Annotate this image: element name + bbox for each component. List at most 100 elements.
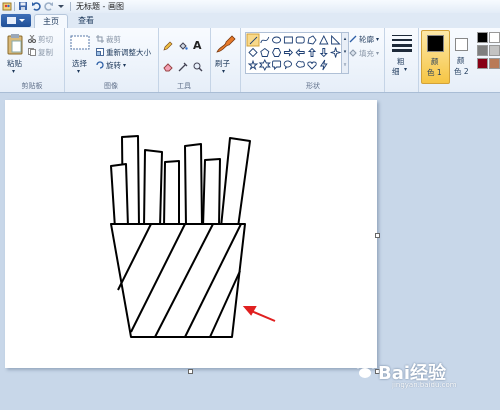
undo-icon[interactable] <box>31 1 41 11</box>
color1-swatch <box>427 35 444 52</box>
resize-button[interactable]: 重新调整大小 <box>96 47 151 58</box>
magnifier-icon[interactable] <box>193 62 203 72</box>
watermark-subtext: jingyan.baidu.com <box>392 381 457 389</box>
fill-icon <box>349 48 357 59</box>
save-icon[interactable] <box>18 1 28 11</box>
shape-diamond-icon[interactable] <box>248 47 258 58</box>
shape-rounded-rectangle-icon[interactable] <box>295 36 305 44</box>
rotate-label: 旋转 <box>106 61 121 70</box>
shape-arrow-down-icon[interactable] <box>319 48 328 58</box>
fill-label: 填充 <box>359 49 374 58</box>
shape-pentagon-icon[interactable] <box>260 47 270 57</box>
resize-label: 重新调整大小 <box>106 48 151 57</box>
outline-button[interactable]: 轮廓 ▾ <box>349 34 379 45</box>
brush-icon[interactable] <box>214 34 236 57</box>
shape-rectangle-icon[interactable] <box>283 36 293 44</box>
image-group-label: 图像 <box>104 82 118 90</box>
color-picker-icon[interactable] <box>178 62 188 72</box>
tools-group: A 工具 <box>158 28 211 92</box>
copy-button[interactable]: 复制 <box>28 47 53 58</box>
ribbon: 粘贴 ▾ 剪切 复制 剪贴板 选择 ▾ 裁剪 重新调整大小 旋转 ▾ 图像 A … <box>0 28 500 93</box>
shape-heart-icon[interactable] <box>307 61 317 70</box>
brushes-dropdown-icon[interactable]: ▾ <box>222 68 225 75</box>
shape-arrow-up-icon[interactable] <box>307 47 317 57</box>
shape-triangle-icon[interactable] <box>319 34 329 45</box>
shape-four-point-star-icon[interactable] <box>330 47 341 58</box>
scissors-icon <box>28 34 36 45</box>
fill-dropdown-icon[interactable]: ▾ <box>376 50 379 57</box>
size-dropdown-icon[interactable]: ▾ <box>404 66 407 73</box>
rotate-button[interactable]: 旋转 ▾ <box>96 60 126 71</box>
palette-swatch[interactable] <box>477 58 488 69</box>
cut-button[interactable]: 剪切 <box>28 34 53 45</box>
copy-label: 复制 <box>38 48 53 57</box>
shape-curve-icon[interactable] <box>260 36 270 44</box>
resize-handle-bottom[interactable] <box>188 369 193 374</box>
crop-label: 裁剪 <box>106 35 121 44</box>
palette-swatch[interactable] <box>489 32 500 43</box>
color1-button[interactable]: 颜 色 1 <box>421 30 450 84</box>
fill-button[interactable]: 填充 ▾ <box>349 48 379 59</box>
palette-swatch[interactable] <box>489 58 500 69</box>
palette-swatch[interactable] <box>477 32 488 43</box>
file-menu-button[interactable] <box>1 14 31 27</box>
shape-oval-callout-icon[interactable] <box>283 60 292 70</box>
french-fries-drawing <box>110 135 276 338</box>
tab-view[interactable]: 查看 <box>70 14 102 28</box>
shape-lightning-icon[interactable] <box>319 59 328 71</box>
tools-group-label: 工具 <box>177 82 191 90</box>
color1-label-bottom: 色 1 <box>427 68 442 77</box>
shape-polygon-icon[interactable] <box>307 35 317 45</box>
resize-handle-right[interactable] <box>375 233 380 238</box>
shapes-gallery[interactable] <box>245 32 343 74</box>
crop-icon <box>96 34 104 45</box>
shape-hexagon-icon[interactable] <box>272 48 282 57</box>
eraser-icon[interactable] <box>163 62 173 72</box>
quick-access-dropdown-icon[interactable] <box>56 1 66 11</box>
line-size-icon[interactable] <box>392 34 412 55</box>
color1-label-top: 颜 <box>431 57 439 66</box>
palette-swatch[interactable] <box>477 45 488 56</box>
baidu-paw-icon <box>355 359 376 378</box>
shape-line-icon[interactable] <box>246 33 260 47</box>
paste-dropdown-icon[interactable]: ▾ <box>12 68 15 75</box>
window-title: 无标题 - 画图 <box>76 2 124 11</box>
shapes-group-label: 形状 <box>306 82 320 90</box>
ribbon-tab-row: 主页 查看 <box>0 13 500 29</box>
shape-arrow-right-icon[interactable] <box>283 48 294 57</box>
crop-button[interactable]: 裁剪 <box>96 34 121 45</box>
paint-app-icon[interactable] <box>2 1 12 11</box>
shape-cloud-callout-icon[interactable] <box>295 60 305 68</box>
color2-swatch <box>455 38 468 51</box>
copy-icon <box>28 47 36 58</box>
outline-dropdown-icon[interactable]: ▾ <box>376 36 379 43</box>
select-dropdown-icon[interactable]: ▾ <box>77 68 80 75</box>
outline-icon <box>349 35 357 45</box>
pencil-icon[interactable] <box>163 41 173 51</box>
size-label-bottom[interactable]: 细 <box>392 66 400 77</box>
tab-home[interactable]: 主页 <box>34 14 68 29</box>
select-button[interactable] <box>70 35 90 54</box>
clipboard-group-label: 剪贴板 <box>21 82 43 90</box>
shapes-scroll[interactable]: ▴ ▾ ▿ <box>341 32 349 74</box>
color2-button[interactable]: 颜 色 2 <box>451 30 475 82</box>
shape-right-triangle-icon[interactable] <box>331 34 341 45</box>
redo-icon[interactable] <box>44 1 54 11</box>
baidu-jingyan-watermark: Bai经验 jingyan.baidu.com <box>352 355 500 395</box>
shapes-gallery-icons[interactable] <box>246 33 342 73</box>
rotate-dropdown-icon[interactable]: ▾ <box>123 62 126 69</box>
drawing-canvas[interactable] <box>5 100 377 368</box>
color-palette[interactable] <box>477 32 500 72</box>
fill-bucket-icon[interactable] <box>178 41 188 51</box>
clipboard-group: 粘贴 ▾ 剪切 复制 剪贴板 <box>0 28 65 92</box>
shape-arrow-left-icon[interactable] <box>295 48 305 57</box>
resize-icon <box>96 47 104 58</box>
paste-button[interactable] <box>6 33 24 58</box>
shape-five-point-star-icon[interactable] <box>247 59 259 71</box>
image-group: 选择 ▾ 裁剪 重新调整大小 旋转 ▾ 图像 <box>64 28 159 92</box>
shape-six-point-star-icon[interactable] <box>258 58 271 72</box>
text-tool-icon[interactable]: A <box>193 39 203 52</box>
shape-oval-icon[interactable] <box>272 36 281 44</box>
shape-rounded-callout-icon[interactable] <box>272 60 282 71</box>
palette-swatch[interactable] <box>489 45 500 56</box>
